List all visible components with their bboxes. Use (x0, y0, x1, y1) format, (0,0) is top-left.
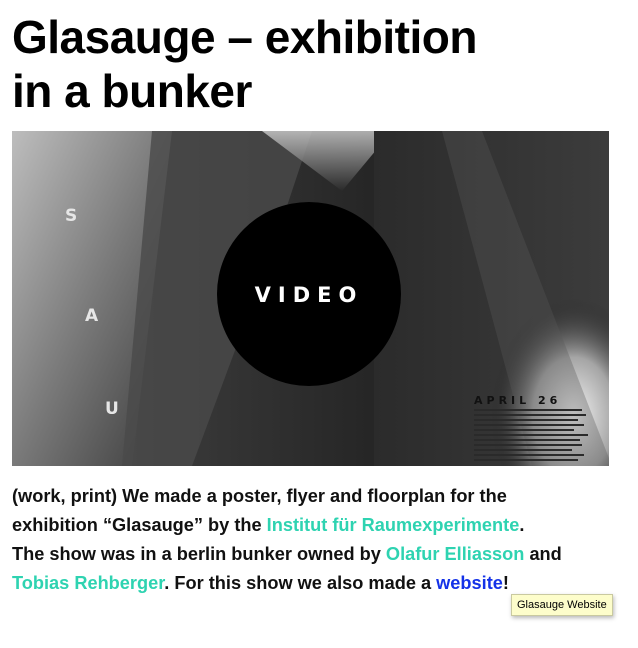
description-line-1: (work, print) We made a poster, flyer an… (12, 482, 612, 511)
description-text-5: and (524, 544, 562, 564)
description-line-2: exhibition “Glasauge” by the Institut fü… (12, 511, 612, 540)
description-text-2: exhibition “Glasauge” by the (12, 515, 267, 535)
description-text-1: (work, print) We made a poster, flyer an… (12, 486, 507, 506)
description-text-6: . For this show we also made a (164, 573, 437, 593)
poster-letter-a: A (85, 306, 99, 326)
page-title-line-2: in a bunker (12, 65, 252, 117)
poster-letter-s: S (65, 206, 77, 226)
description: (work, print) We made a poster, flyer an… (12, 482, 612, 598)
website-link-tooltip: Glasauge Website (511, 594, 613, 616)
video-poster-image: S A U APRIL 26 VIDEO (12, 131, 609, 466)
poster-letter-u: U (105, 399, 119, 419)
website-link[interactable]: website (436, 573, 503, 593)
description-text-4: The show was in a berlin bunker owned by (12, 544, 386, 564)
play-button-label: VIDEO (255, 283, 364, 307)
video-player[interactable]: S A U APRIL 26 VIDEO (12, 131, 609, 466)
play-button[interactable]: VIDEO (217, 202, 401, 386)
page-title: Glasauge – exhibition in a bunker (12, 10, 612, 118)
poster-date: APRIL 26 (474, 394, 561, 407)
description-text-7: ! (502, 573, 509, 593)
description-text-3: . (519, 515, 525, 535)
page-title-line-1: Glasauge – exhibition (12, 11, 477, 63)
institute-link[interactable]: Institut für Raumexperimente (267, 515, 520, 535)
description-line-3: The show was in a berlin bunker owned by… (12, 540, 612, 569)
tobias-link[interactable]: Tobias Rehberger (12, 573, 164, 593)
olafur-link[interactable]: Olafur Elliasson (386, 544, 524, 564)
